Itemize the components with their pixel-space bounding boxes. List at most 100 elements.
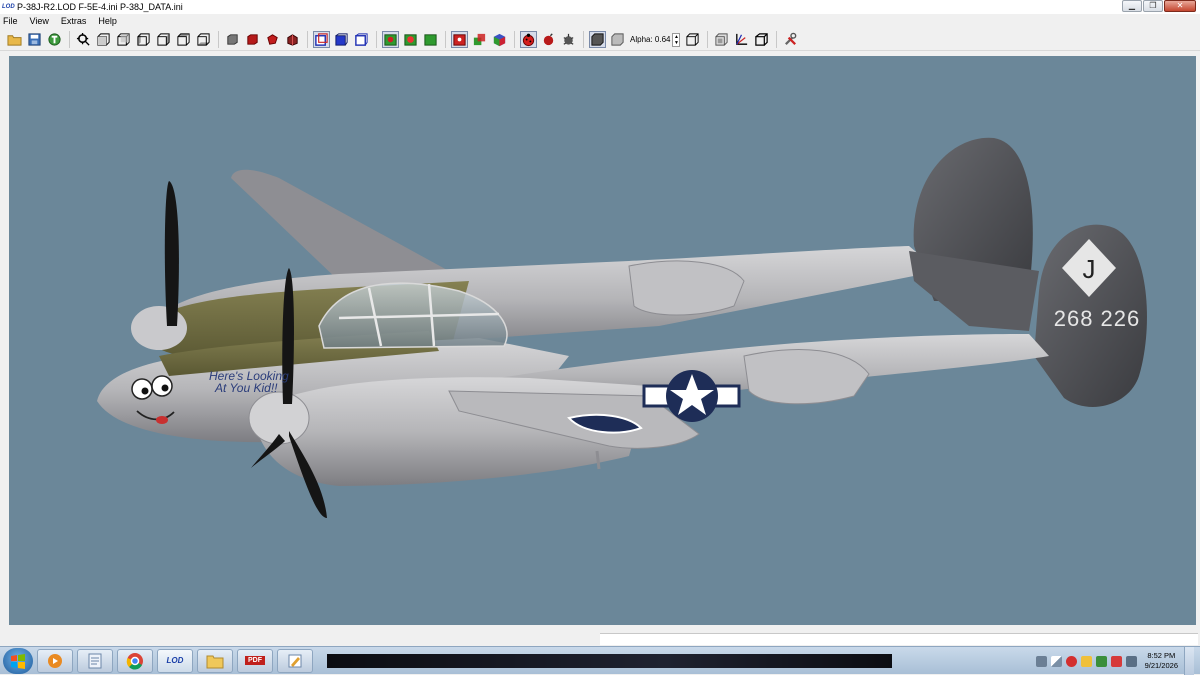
save-icon bbox=[28, 33, 41, 46]
window-title: P-38J-R2.LOD F-5E-4.ini P-38J_DATA.ini bbox=[17, 2, 183, 12]
taskbar-clock[interactable]: 8:52 PM 9/21/2026 bbox=[1145, 651, 1178, 671]
perspective-box-button[interactable] bbox=[753, 31, 770, 48]
gear-bug-icon bbox=[563, 33, 574, 45]
view-bottom-button[interactable] bbox=[195, 31, 212, 48]
shade-red-left-icon bbox=[267, 34, 278, 45]
box-blue-1-icon bbox=[315, 33, 328, 46]
title-bar: LOD P-38J-R2.LOD F-5E-4.ini P-38J_DATA.i… bbox=[0, 0, 1200, 14]
toolbar-separator bbox=[445, 31, 446, 48]
document-icon bbox=[88, 653, 102, 668]
model-viewport[interactable]: J 268 226 Here's Looking At You Kid!! bbox=[9, 56, 1196, 625]
menu-file[interactable]: File bbox=[3, 16, 18, 26]
menu-extras[interactable]: Extras bbox=[61, 16, 87, 26]
save-button[interactable] bbox=[26, 31, 43, 48]
minimize-button[interactable]: ▁ bbox=[1122, 0, 1142, 12]
texture-button[interactable] bbox=[46, 31, 63, 48]
axes-button[interactable] bbox=[733, 31, 750, 48]
show-desktop-button[interactable] bbox=[1184, 647, 1194, 675]
view-left-button[interactable] bbox=[135, 31, 152, 48]
gear-bug-button[interactable] bbox=[560, 31, 577, 48]
taskbar-pdf[interactable]: PDF bbox=[237, 648, 273, 673]
box-green-3-icon bbox=[424, 34, 437, 46]
far-propeller bbox=[164, 181, 179, 326]
shade-red-left-button[interactable] bbox=[264, 31, 281, 48]
toolbar: Alpha: 0.64 ▲ ▼ bbox=[0, 29, 1200, 51]
bomb-button[interactable] bbox=[540, 31, 557, 48]
tray-flag-icon[interactable] bbox=[1110, 655, 1122, 667]
spin-down-icon: ▼ bbox=[674, 39, 679, 46]
ladybug-icon bbox=[522, 33, 535, 47]
toolbar-separator bbox=[583, 31, 584, 48]
wire-box-button[interactable] bbox=[684, 31, 701, 48]
tray-shield-icon[interactable] bbox=[1095, 655, 1107, 667]
alpha-spinner[interactable]: ▲ ▼ bbox=[672, 32, 681, 47]
zoom-fit-icon bbox=[76, 32, 90, 46]
toolbar-separator bbox=[69, 31, 70, 48]
ladybug-button[interactable] bbox=[520, 31, 537, 48]
landing-gear bbox=[595, 450, 601, 470]
cube-red-button[interactable] bbox=[451, 31, 468, 48]
view-back-button[interactable] bbox=[115, 31, 132, 48]
app-window: LOD P-38J-R2.LOD F-5E-4.ini P-38J_DATA.i… bbox=[0, 0, 1200, 646]
zoom-fit-button[interactable] bbox=[75, 31, 92, 48]
taskbar-chrome[interactable] bbox=[117, 648, 153, 673]
box-green-1-button[interactable] bbox=[382, 31, 399, 48]
cube-color-button[interactable] bbox=[491, 31, 508, 48]
close-icon: ✕ bbox=[1176, 1, 1184, 10]
taskbar-media-player[interactable] bbox=[37, 648, 73, 673]
far-wing bbox=[231, 169, 449, 281]
taskbar-lod[interactable]: LOD bbox=[157, 648, 193, 673]
toolbar-separator bbox=[707, 31, 709, 48]
texture-box-button[interactable] bbox=[713, 31, 730, 48]
windows-start-icon bbox=[11, 653, 25, 669]
close-button[interactable]: ✕ bbox=[1164, 0, 1196, 12]
bomb-icon bbox=[543, 33, 554, 46]
cube-multi-button[interactable] bbox=[471, 31, 488, 48]
tray-network-icon[interactable] bbox=[1050, 655, 1062, 667]
cube-red-icon bbox=[453, 34, 466, 46]
media-player-icon bbox=[48, 653, 62, 668]
toolbar-separator bbox=[218, 31, 219, 48]
box-blue-2-icon bbox=[335, 33, 348, 46]
tray-warning-icon[interactable] bbox=[1080, 655, 1092, 667]
menu-help[interactable]: Help bbox=[98, 16, 117, 26]
box-blue-2-button[interactable] bbox=[333, 31, 350, 48]
taskbar: LOD PDF 8:52 PM 9/21/2026 bbox=[0, 646, 1200, 675]
toolbar-separator bbox=[307, 31, 308, 48]
tray-volume-icon[interactable] bbox=[1125, 655, 1137, 667]
start-button[interactable] bbox=[3, 647, 33, 674]
box-green-2-button[interactable] bbox=[402, 31, 419, 48]
shade-grey-button[interactable] bbox=[224, 31, 241, 48]
view-top-button[interactable] bbox=[175, 31, 192, 48]
tray-error-icon[interactable] bbox=[1065, 655, 1077, 667]
menu-bar: File View Extras Help bbox=[0, 14, 1200, 28]
box-blue-1-button[interactable] bbox=[313, 31, 330, 48]
tools-button[interactable] bbox=[782, 31, 799, 48]
view-front-button[interactable] bbox=[95, 31, 112, 48]
open-button[interactable] bbox=[6, 31, 23, 48]
toolbar-separator bbox=[376, 31, 377, 48]
alpha-readout: Alpha: 0.64 bbox=[630, 35, 671, 44]
box-green-3-button[interactable] bbox=[422, 31, 439, 48]
view-bottom-icon bbox=[197, 33, 210, 46]
tray-monitor-icon[interactable] bbox=[1035, 655, 1047, 667]
menu-view[interactable]: View bbox=[30, 16, 49, 26]
view-right-button[interactable] bbox=[155, 31, 172, 48]
restore-button[interactable]: ❐ bbox=[1143, 0, 1163, 12]
alpha-cube-button[interactable] bbox=[609, 31, 626, 48]
box-blue-3-button[interactable] bbox=[353, 31, 370, 48]
alpha-cube-icon bbox=[611, 33, 624, 46]
shade-red-button[interactable] bbox=[244, 31, 261, 48]
perspective-box-icon bbox=[755, 33, 769, 46]
restore-icon: ❐ bbox=[1149, 1, 1157, 10]
taskbar-folder[interactable] bbox=[197, 648, 233, 673]
far-spinner bbox=[131, 306, 187, 350]
solid-cube-button[interactable] bbox=[589, 31, 606, 48]
shade-red-right-button[interactable] bbox=[284, 31, 301, 48]
view-front-icon bbox=[97, 33, 110, 46]
taskbar-paint[interactable] bbox=[277, 648, 313, 673]
status-field bbox=[600, 633, 1198, 645]
taskbar-document[interactable] bbox=[77, 648, 113, 673]
nose-art-text-2: At You Kid!! bbox=[214, 381, 278, 395]
clock-time: 8:52 PM bbox=[1147, 651, 1176, 660]
